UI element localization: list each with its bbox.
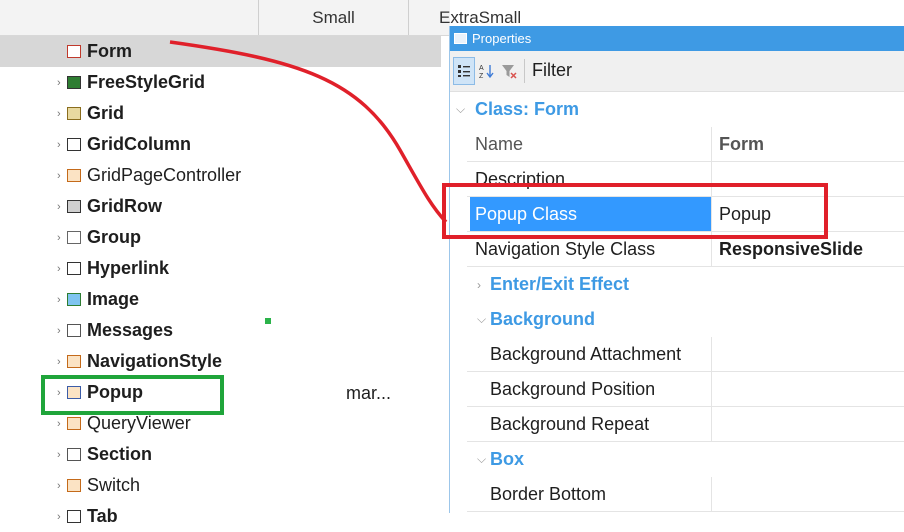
annotation-overlay [41,40,828,415]
annotation-arrow [169,40,448,224]
annotation-green-box [41,375,224,415]
annotation-red-box [442,183,828,239]
